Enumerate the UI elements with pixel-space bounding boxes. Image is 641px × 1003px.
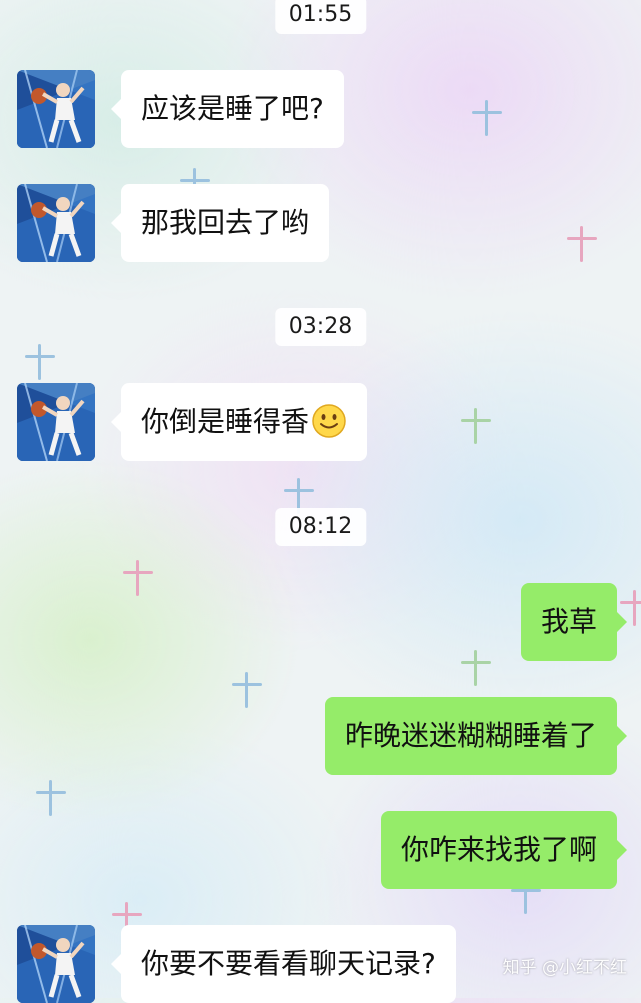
wallpaper-cross — [36, 780, 66, 816]
message-text: 你倒是睡得香 — [141, 405, 310, 438]
message-text: 应该是睡了吧? — [141, 92, 324, 125]
avatar-image — [17, 383, 95, 461]
avatar[interactable] — [17, 70, 95, 148]
smile-emoji-icon — [312, 404, 346, 438]
message-bubble-incoming[interactable]: 你倒是睡得香 — [110, 383, 368, 461]
wallpaper-cross — [25, 344, 55, 380]
wallpaper-cross — [567, 226, 597, 262]
message-bubble-outgoing[interactable]: 我草 — [520, 583, 628, 661]
message-text: 你要不要看看聊天记录? — [141, 947, 436, 980]
wallpaper-cross — [123, 560, 153, 596]
message-bubble-incoming[interactable]: 应该是睡了吧? — [111, 70, 344, 148]
wallpaper-cross — [461, 650, 491, 686]
wallpaper-cross — [472, 100, 502, 136]
avatar-image — [17, 70, 95, 148]
avatar[interactable] — [17, 383, 95, 461]
avatar[interactable] — [17, 925, 95, 1003]
timestamp: 08:12 — [274, 508, 367, 546]
avatar[interactable] — [17, 184, 95, 262]
message-text: 我草 — [540, 605, 597, 638]
watermark: 知乎 @小红不红 — [502, 958, 627, 978]
avatar-image — [17, 184, 95, 262]
wallpaper-cross — [461, 408, 491, 444]
message-bubble-outgoing[interactable]: 昨晚迷迷糊糊睡着了 — [324, 697, 628, 775]
message-text: 昨晚迷迷糊糊睡着了 — [344, 719, 597, 752]
message-bubble-incoming[interactable]: 那我回去了哟 — [110, 184, 330, 262]
wallpaper-cross — [232, 672, 262, 708]
message-bubble-incoming[interactable]: 你要不要看看聊天记录? — [111, 925, 456, 1003]
timestamp: 01:55 — [274, 0, 367, 34]
timestamp: 03:28 — [274, 308, 367, 346]
message-bubble-outgoing[interactable]: 你咋来找我了啊 — [380, 811, 628, 889]
avatar-image — [17, 925, 95, 1003]
message-text: 那我回去了哟 — [141, 206, 310, 239]
message-text: 你咋来找我了啊 — [400, 833, 597, 866]
